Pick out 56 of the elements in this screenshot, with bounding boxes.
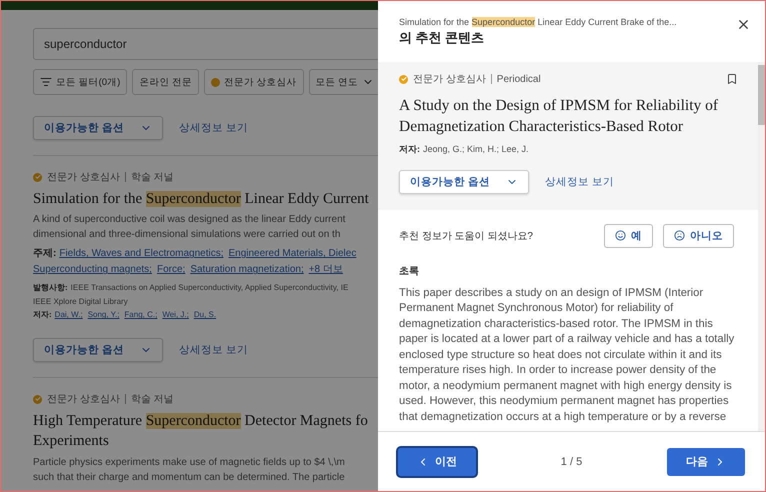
result-title: Simulation for the Superconductor Linear Eddy Current bbox=[33, 190, 370, 209]
drawer-heading: 의 추천 콘텐츠 bbox=[399, 29, 486, 47]
no-button[interactable]: 아니오 bbox=[663, 224, 734, 248]
authors-label: 저자: bbox=[33, 310, 52, 320]
options-dropdown[interactable]: 이용가능한 옵션 bbox=[399, 170, 529, 194]
publication-type: 학술 저널 bbox=[130, 393, 174, 406]
next-button[interactable]: 다음 bbox=[667, 448, 745, 476]
result-abstract: A kind of superconductive coil was designed as the linear Eddy current dimensional and three-dimensional simulations were carried out on th bbox=[33, 213, 346, 242]
peer-review-label: 전문가 상호심사 bbox=[47, 171, 120, 184]
feedback-question: 추천 정보가 도움이 되셨나요? bbox=[399, 230, 533, 243]
publication-type: 학술 저널 bbox=[130, 171, 174, 184]
page-indicator: 1 / 5 bbox=[560, 456, 582, 468]
details-link[interactable]: 상세정보 보기 bbox=[544, 174, 614, 189]
filter-chip[interactable]: 전문가 상호심사 bbox=[204, 69, 304, 95]
subjects-label: 주제: bbox=[33, 248, 56, 260]
subject-link[interactable]: +8 더보 bbox=[308, 264, 343, 276]
peer-review-label: 전문가 상호심사 bbox=[413, 73, 486, 86]
article-title: A Study on the Design of IPMSM for Reliability of Demagnetization Characteristics-Based Rotor bbox=[399, 96, 720, 137]
year-dropdown[interactable]: 모든 연도 bbox=[308, 69, 378, 95]
check-icon bbox=[399, 74, 408, 84]
author-link[interactable]: Du, S. bbox=[194, 310, 216, 320]
publisher-text: 발행사항: IEEE Transactions on Applied Superconductivity, Applied Superconductivity, IE IEEE Xplore Digital Library bbox=[33, 282, 350, 308]
details-link[interactable]: 상세정보 보기 bbox=[178, 343, 248, 358]
check-icon bbox=[33, 394, 42, 404]
options-dropdown[interactable]: 이용가능한 옵션 bbox=[33, 338, 163, 362]
peer-review-label: 전문가 상호심사 bbox=[47, 393, 120, 406]
subject-link[interactable]: Fields, Waves and Electromagnetics; bbox=[59, 248, 224, 260]
search-field[interactable]: superconductor bbox=[33, 28, 378, 60]
context-title: Simulation for the Superconductor Linear Eddy Current Brake of the... bbox=[399, 17, 677, 27]
all-filters-button[interactable]: 모든 필터(0개) bbox=[33, 69, 128, 95]
filter-icon bbox=[40, 76, 52, 88]
details-link[interactable]: 상세정보 보기 bbox=[178, 121, 248, 135]
smile-icon bbox=[615, 230, 626, 242]
author-link[interactable]: Song, Y.; bbox=[88, 310, 120, 320]
publication-type: Periodical bbox=[496, 74, 541, 84]
filter-chip[interactable]: 온라인 전문 bbox=[132, 69, 199, 95]
frown-icon bbox=[674, 230, 685, 242]
result-title: High Temperature Superconductor Detector Magnets fo Experiments bbox=[33, 412, 369, 452]
author-link[interactable]: Fang, C.; bbox=[124, 310, 158, 320]
authors-text: 저자: Jeong, G.; Kim, H.; Lee, J. bbox=[399, 142, 530, 156]
result-abstract: Particle physics experiments make use of magnetic fields up to $4 \,\m such that their charge and momentum can be determined. The particle bbox=[33, 456, 346, 485]
options-dropdown[interactable]: 이용가능한 옵션 bbox=[33, 116, 163, 140]
abstract-heading: 초록 bbox=[399, 264, 420, 278]
yes-button[interactable]: 예 bbox=[604, 224, 653, 248]
bookmark-icon[interactable] bbox=[726, 73, 738, 85]
previous-button[interactable]: 이전 bbox=[398, 448, 476, 476]
author-link[interactable]: Wei, J.; bbox=[162, 310, 189, 320]
scrollbar[interactable] bbox=[758, 62, 765, 431]
abstract-text: This paper describes a study on an design of IPMSM (Interior Permanent Magnet Synchronous Motor) for reliability of demagnetization characteristics-based rotor. The IPMSM in this paper is located at a lower part of a railway vehicle and has a totally enclosed type structure so heat does not circulate within it and its temperature rises high. In order to increase power density of the motor, a neodymium permanent magnet with high energy density is used. However, this neodymium permanent magnet has properties that demagnetization occurs at a high temperature or by a reverse bbox=[399, 286, 736, 425]
peer-review-icon bbox=[210, 78, 220, 86]
check-icon bbox=[33, 172, 42, 182]
author-link[interactable]: Dai, W.; bbox=[54, 310, 83, 320]
subject-link[interactable]: Saturation magnetization; bbox=[190, 264, 304, 276]
subject-link[interactable]: Engineered Materials, Dielec bbox=[228, 248, 356, 260]
subject-link[interactable]: Superconducting magnets; bbox=[33, 264, 152, 276]
subject-link[interactable]: Force; bbox=[156, 264, 186, 276]
